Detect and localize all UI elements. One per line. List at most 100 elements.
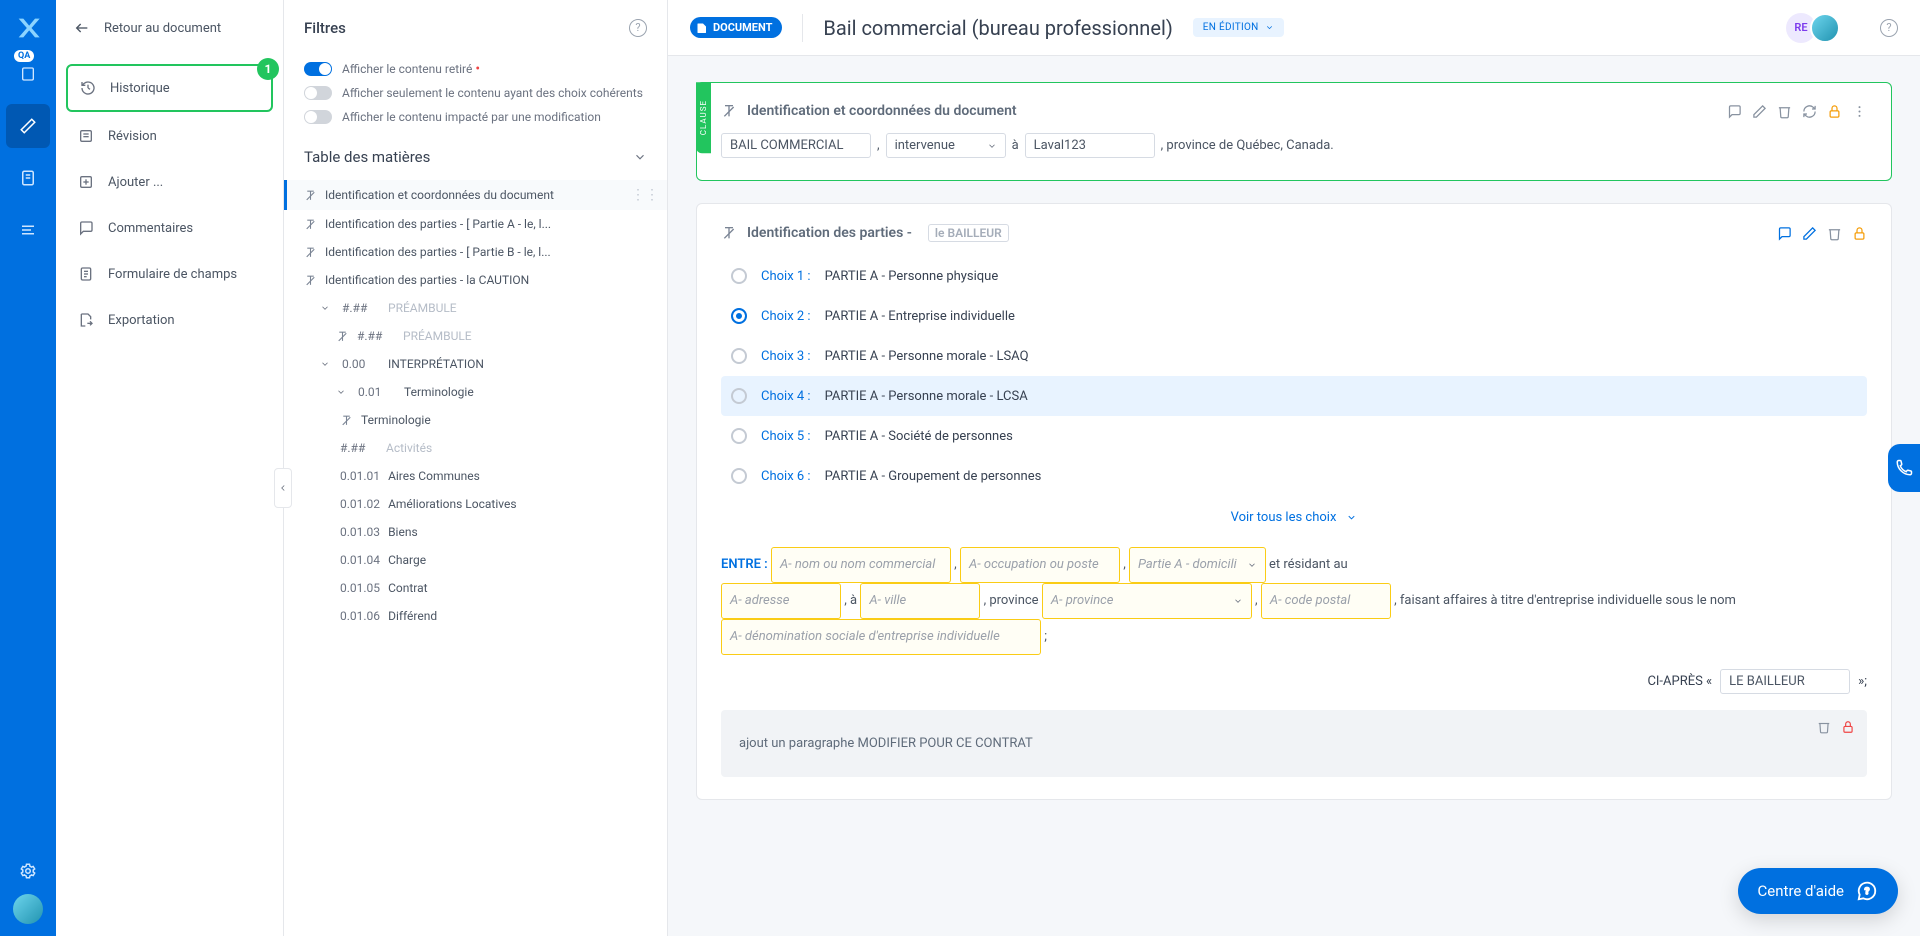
field-ci-apres[interactable]: LE BAILLEUR <box>1720 669 1850 694</box>
drag-handle-icon[interactable]: ⋮⋮ <box>631 187 659 203</box>
clause-mark-icon <box>304 246 317 259</box>
choice-option[interactable]: Choix 5 :PARTIE A - Société de personnes <box>721 416 1867 456</box>
field-postal[interactable]: A- code postal <box>1261 583 1391 619</box>
toggle[interactable] <box>304 86 332 100</box>
sidebar-item-historique[interactable]: Historique1 <box>66 64 273 112</box>
settings-icon[interactable] <box>19 862 37 880</box>
rail-item-qa[interactable]: QA <box>6 52 50 96</box>
document-chip[interactable]: DOCUMENT <box>690 17 782 38</box>
comment-icon[interactable] <box>1727 104 1742 119</box>
delete-icon[interactable] <box>1827 226 1842 241</box>
toc-item[interactable]: 0.01Terminologie <box>284 378 667 406</box>
toc-item[interactable]: 0.01.05Contrat <box>284 574 667 602</box>
see-all-choices[interactable]: Voir tous les choix <box>721 498 1867 537</box>
choice-option[interactable]: Choix 4 :PARTIE A - Personne morale - LC… <box>721 376 1867 416</box>
back-label: Retour au document <box>104 21 221 36</box>
toc-item[interactable]: Identification et coordonnées du documen… <box>284 180 667 210</box>
clause-identification-document: CLAUSE Identification et coordonnées du … <box>696 82 1892 181</box>
app-logo[interactable] <box>12 12 44 44</box>
toc-item[interactable]: 0.01.01Aires Communes <box>284 462 667 490</box>
toc-item[interactable]: 0.01.04Charge <box>284 546 667 574</box>
phone-tab[interactable] <box>1888 444 1920 492</box>
document-title: Bail commercial (bureau professionnel) <box>823 16 1172 40</box>
edit-icon[interactable] <box>1802 226 1817 241</box>
field-ville[interactable]: A- ville <box>860 583 980 619</box>
toc-item[interactable]: Identification des parties - la CAUTION <box>284 266 667 294</box>
choice-option[interactable]: Choix 3 :PARTIE A - Personne morale - LS… <box>721 336 1867 376</box>
toc-item[interactable]: #.##PRÉAMBULE <box>284 294 667 322</box>
radio[interactable] <box>731 388 747 404</box>
radio[interactable] <box>731 428 747 444</box>
field-intervene[interactable]: intervenue <box>886 133 1006 158</box>
form-icon <box>78 266 94 282</box>
lock-icon[interactable] <box>1827 104 1842 119</box>
sidebar-item-ajouter-[interactable]: Ajouter ... <box>66 160 273 204</box>
choice-option[interactable]: Choix 6 :PARTIE A - Groupement de person… <box>721 456 1867 496</box>
radio[interactable] <box>731 348 747 364</box>
radio[interactable] <box>731 468 747 484</box>
left-rail: QA <box>0 0 56 936</box>
toc-item[interactable]: 0.00INTERPRÉTATION <box>284 350 667 378</box>
field-name[interactable]: A- nom ou nom commercial <box>771 547 951 583</box>
choice-option[interactable]: Choix 2 :PARTIE A - Entreprise individue… <box>721 296 1867 336</box>
rail-item-list[interactable] <box>6 208 50 252</box>
toc-item[interactable]: #.##PRÉAMBULE <box>284 322 667 350</box>
top-help-icon[interactable]: ? <box>1880 19 1898 37</box>
toc-item[interactable]: 0.01.03Biens <box>284 518 667 546</box>
svg-text:?: ? <box>1865 887 1870 897</box>
delete-icon[interactable] <box>1817 720 1831 734</box>
toc-item[interactable]: Identification des parties - [ Partie A … <box>284 210 667 238</box>
lock-icon[interactable] <box>1852 226 1867 241</box>
toc-item[interactable]: 0.01.02Améliorations Locatives <box>284 490 667 518</box>
clause-identification-parties: Identification des parties - le BAILLEUR… <box>696 203 1892 800</box>
rail-item-doc[interactable] <box>6 156 50 200</box>
sidebar-item-exportation[interactable]: Exportation <box>66 298 273 342</box>
status-chip[interactable]: EN ÉDITION <box>1193 18 1284 37</box>
field-address[interactable]: A- adresse <box>721 583 841 619</box>
clause-mark-icon <box>304 189 317 202</box>
help-icon[interactable]: ? <box>629 19 647 37</box>
field-occupation[interactable]: A- occupation ou poste <box>960 547 1120 583</box>
chevron-down-icon[interactable] <box>633 150 647 164</box>
sidebar-item-formulaire-de-champs[interactable]: Formulaire de champs <box>66 252 273 296</box>
choice-option[interactable]: Choix 1 :PARTIE A - Personne physique <box>721 256 1867 296</box>
help-center-button[interactable]: Centre d'aide ? <box>1738 868 1898 914</box>
filter-row[interactable]: Afficher seulement le contenu ayant des … <box>304 86 647 100</box>
sidebar-item-commentaires[interactable]: Commentaires <box>66 206 273 250</box>
clause-title: Identification et coordonnées du documen… <box>747 103 1017 119</box>
field-domicile[interactable]: Partie A - domicili <box>1129 547 1266 583</box>
filter-row[interactable]: Afficher le contenu impacté par une modi… <box>304 110 647 124</box>
radio[interactable] <box>731 268 747 284</box>
clause-title: Identification des parties - <box>747 225 912 241</box>
comment-icon[interactable] <box>1777 226 1792 241</box>
clause-icon <box>721 103 737 119</box>
field-province[interactable]: A- province <box>1042 583 1252 619</box>
delete-icon[interactable] <box>1777 104 1792 119</box>
party-chip[interactable]: le BAILLEUR <box>928 224 1009 242</box>
user-chip[interactable]: RE <box>1786 13 1840 43</box>
clause-tag: CLAUSE <box>696 82 711 153</box>
sidebar-item-r-vision[interactable]: Révision <box>66 114 273 158</box>
export-icon <box>78 312 94 328</box>
radio[interactable] <box>731 308 747 324</box>
more-icon[interactable] <box>1852 104 1867 119</box>
field-denom[interactable]: A- dénomination sociale d'entreprise ind… <box>721 619 1041 655</box>
field-doc-type[interactable]: BAIL COMMERCIAL <box>721 133 871 158</box>
toggle[interactable] <box>304 62 332 76</box>
field-city[interactable]: Laval123 <box>1025 133 1155 158</box>
lock-icon[interactable] <box>1841 720 1855 734</box>
toc-item[interactable]: 0.01.06Différend <box>284 602 667 630</box>
entre-label: ENTRE : <box>721 557 768 572</box>
rail-avatar[interactable] <box>13 894 43 924</box>
edit-icon[interactable] <box>1752 104 1767 119</box>
filter-row[interactable]: Afficher le contenu retiré • <box>304 62 647 76</box>
collapse-panel-button[interactable] <box>274 468 292 508</box>
toggle[interactable] <box>304 110 332 124</box>
toc-item[interactable]: Identification des parties - [ Partie B … <box>284 238 667 266</box>
refresh-icon[interactable] <box>1802 104 1817 119</box>
back-to-document[interactable]: Retour au document <box>56 0 283 56</box>
toc-item[interactable]: Terminologie <box>284 406 667 434</box>
sidebar-badge: 1 <box>257 58 279 80</box>
rail-item-edit[interactable] <box>6 104 50 148</box>
toc-item[interactable]: #.##Activités <box>284 434 667 462</box>
